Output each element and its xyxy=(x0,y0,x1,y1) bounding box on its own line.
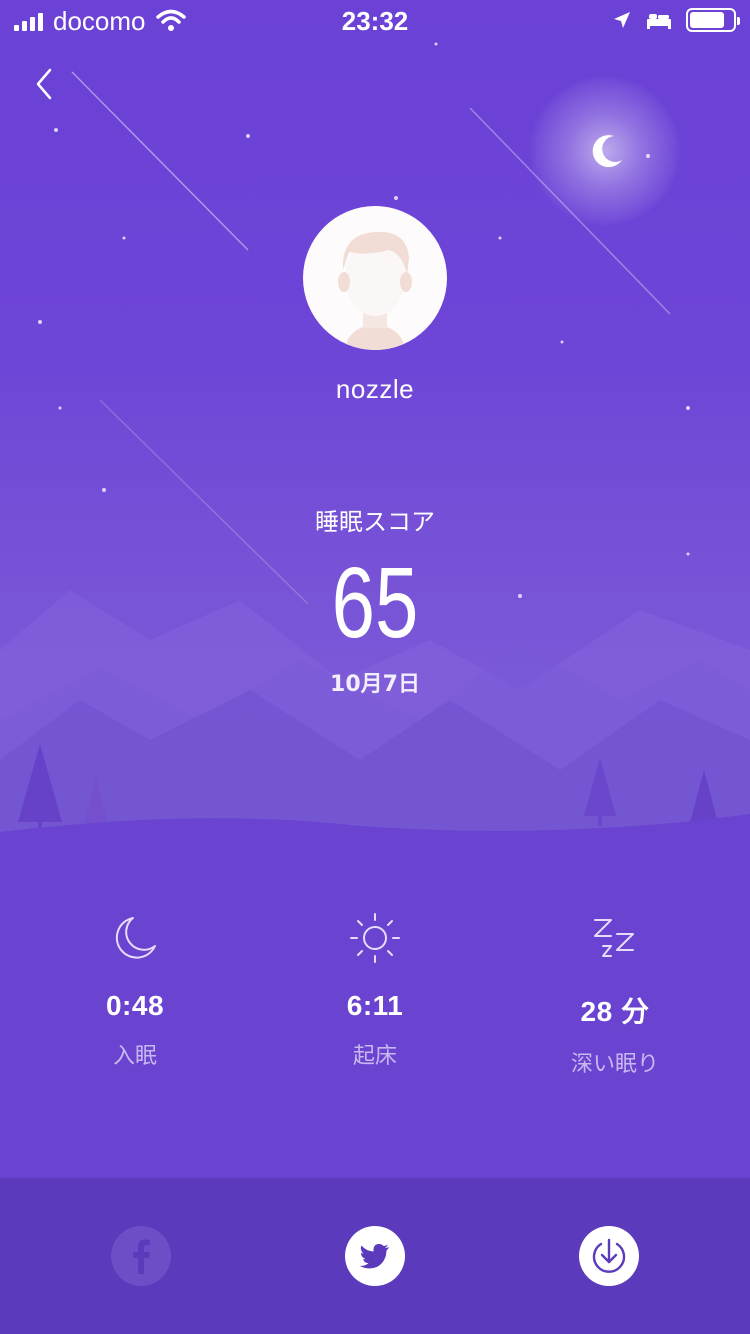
moon-glow xyxy=(530,76,680,226)
avatar xyxy=(303,206,447,350)
crescent-moon-icon xyxy=(592,135,622,168)
facebook-share-button[interactable] xyxy=(111,1226,171,1286)
stat-value: 6:11 xyxy=(346,990,404,1021)
stat-sleep-onset: 0:48 入眠 xyxy=(10,910,260,1070)
stat-label: 入眠 xyxy=(112,1044,157,1069)
stat-deep-sleep: 28 分 深い眠り xyxy=(490,910,740,1078)
chevron-left-icon xyxy=(36,68,52,100)
status-bar: docomo 23:32 xyxy=(0,0,750,40)
location-arrow-icon xyxy=(614,12,630,28)
facebook-icon xyxy=(111,1226,171,1286)
download-icon xyxy=(579,1226,639,1286)
default-avatar-icon xyxy=(338,231,412,350)
username: nozzle xyxy=(335,374,415,404)
stat-label: 深い眠り xyxy=(570,1052,659,1077)
twitter-share-button[interactable] xyxy=(345,1226,405,1286)
sun-icon xyxy=(350,913,400,963)
stat-value: 0:48 xyxy=(105,990,165,1021)
stat-value: 28 分 xyxy=(580,996,650,1027)
battery-icon xyxy=(686,8,740,32)
status-right xyxy=(612,8,740,32)
sleep-score-value: 65 xyxy=(331,547,419,659)
stat-wake-up: 6:11 起床 xyxy=(250,910,500,1070)
battery-level xyxy=(690,12,724,28)
sleep-date: 10月7日 xyxy=(330,672,420,697)
twitter-icon xyxy=(345,1226,405,1286)
bed-icon xyxy=(647,14,671,29)
back-button[interactable] xyxy=(28,64,68,104)
sleep-score-label: 睡眠スコア xyxy=(315,508,435,536)
download-button[interactable] xyxy=(579,1226,639,1286)
stat-label: 起床 xyxy=(352,1044,397,1069)
share-bar xyxy=(0,1178,750,1334)
zzz-icon xyxy=(594,919,634,957)
moon-icon xyxy=(115,917,156,959)
